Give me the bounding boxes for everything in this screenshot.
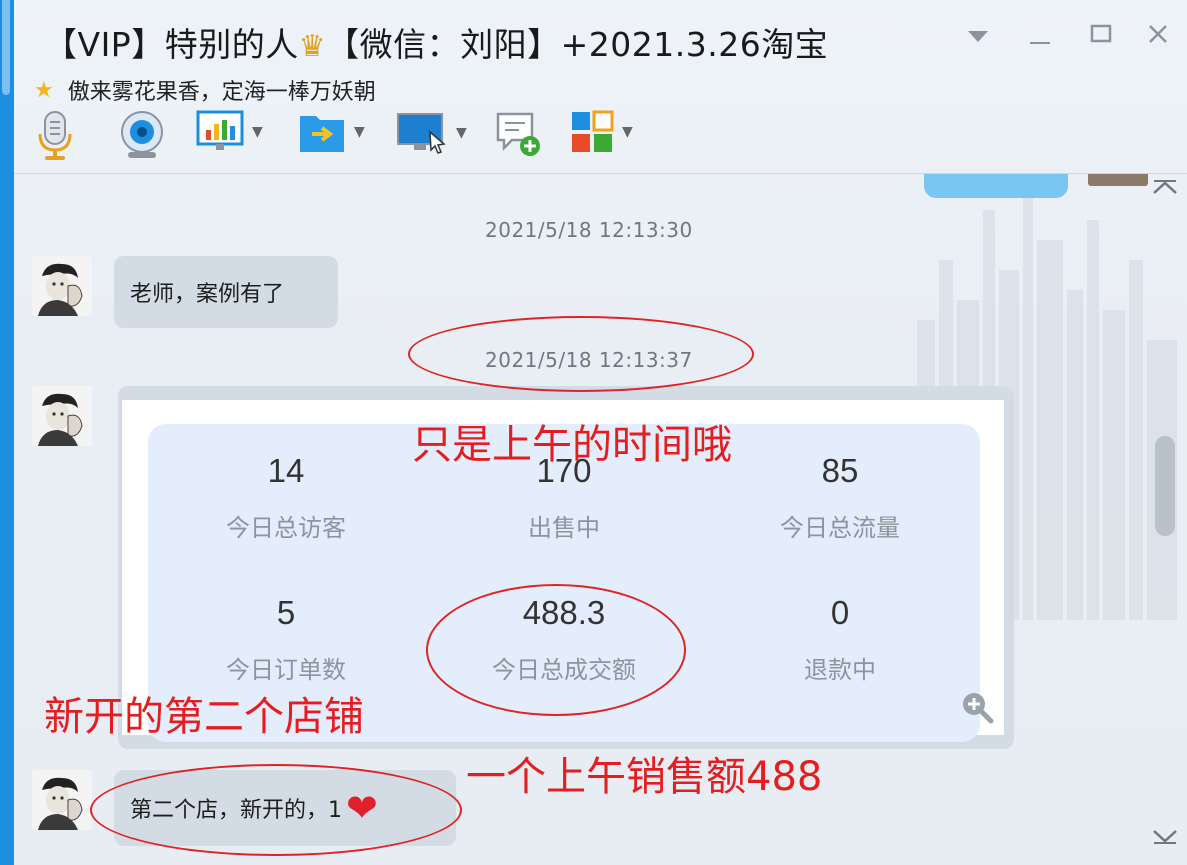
remote-screen-icon[interactable]: ▼ [396,110,467,156]
stat-traffic: 85 今日总流量 [780,452,900,542]
previous-message-bubble [924,174,1068,198]
contact-avatar[interactable] [32,386,92,446]
chevron-down-icon[interactable] [966,22,990,50]
scroll-up-icon[interactable] [1152,176,1178,201]
my-avatar [1088,174,1148,186]
contact-avatar[interactable] [32,256,92,316]
message-bubble[interactable]: 老师，案例有了 [114,256,338,328]
maximize-button[interactable] [1090,22,1112,50]
star-icon: ★ [34,77,54,103]
annotation-ellipse-revenue [426,584,686,716]
contact-signature: ★ 傲来雾花果香，定海一棒万妖朝 [34,77,376,106]
stat-visitors: 14 今日总访客 [226,452,346,542]
chat-history[interactable]: 2021/5/18 12:13:30 老师，案例有了 2021/5/18 12:… [14,174,1187,865]
stat-refunds: 0 退款中 [804,594,876,684]
annotation-time-note: 只是上午的时间哦 [412,422,732,468]
scroll-down-icon[interactable] [1152,826,1178,851]
annotation-sales-note: 一个上午销售额488 [466,754,823,800]
microphone-icon[interactable] [36,110,74,162]
annotation-ellipse-message [90,764,462,856]
apps-grid-icon[interactable]: ▼ [570,110,633,154]
left-edge-strip [0,0,14,865]
presentation-icon[interactable]: ▼ [196,110,263,154]
window-title: 【VIP】特别的人♛【微信：刘阳】+2021.3.26淘宝 [44,25,829,64]
close-button[interactable] [1148,22,1168,50]
chat-add-icon[interactable] [494,110,542,158]
chevron-down-icon[interactable]: ▼ [456,125,467,141]
folder-send-icon[interactable]: ▼ [298,110,365,154]
stat-orders: 5 今日订单数 [226,594,346,684]
zoom-in-icon[interactable] [960,690,994,728]
scrollbar-thumb[interactable] [1155,436,1175,536]
title-bar: 【VIP】特别的人♛【微信：刘阳】+2021.3.26淘宝 [14,0,1187,80]
chevron-down-icon[interactable]: ▼ [622,124,633,140]
contact-avatar[interactable] [32,770,92,830]
message-timestamp: 2021/5/18 12:13:30 [485,218,693,242]
crown-icon: ♛ [298,29,327,64]
message-text: 老师，案例有了 [130,282,285,307]
chevron-down-icon[interactable]: ▼ [354,124,365,140]
minimize-button[interactable] [1028,22,1052,50]
chat-window: 【VIP】特别的人♛【微信：刘阳】+2021.3.26淘宝 ★ 傲来雾花果香，定… [14,0,1187,865]
chevron-down-icon[interactable]: ▼ [252,124,263,140]
annotation-shop-note: 新开的第二个店铺 [44,694,364,740]
webcam-icon[interactable] [118,110,166,160]
annotation-ellipse-timestamp [408,316,754,392]
